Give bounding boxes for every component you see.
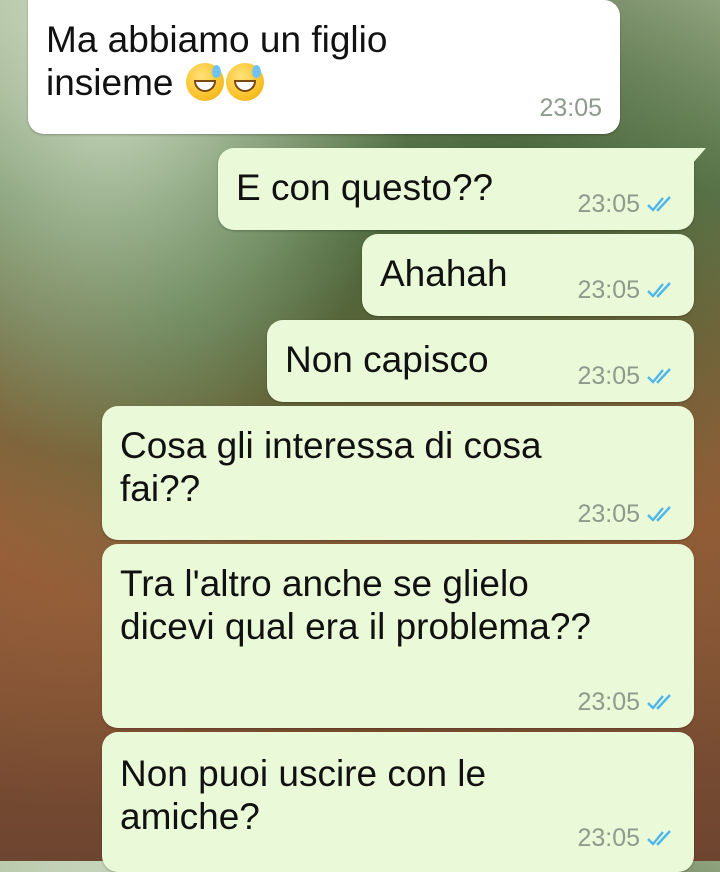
read-ticks-icon xyxy=(647,830,671,846)
grinning-sweat-emoji xyxy=(185,63,224,101)
message-text-line: Non puoi uscire con le xyxy=(120,753,487,794)
message-bubble-outgoing[interactable]: Non puoi uscire con le amiche? 23:05 xyxy=(102,732,694,872)
read-ticks-icon xyxy=(647,196,671,212)
message-bubble-outgoing[interactable]: Tra l'altro anche se glielo dicevi qual … xyxy=(102,544,694,728)
chat-screen: { "messages": [ { "direction": "incoming… xyxy=(0,0,720,872)
message-text-line: dicevi qual era il problema?? xyxy=(120,606,591,647)
message-timestamp: 23:05 xyxy=(577,688,640,716)
grinning-sweat-emoji xyxy=(225,63,264,101)
message-bubble-outgoing[interactable]: Cosa gli interessa di cosa fai?? 23:05 xyxy=(102,406,694,540)
read-ticks-icon xyxy=(647,506,671,522)
message-text-line-content: insieme xyxy=(46,62,174,103)
message-text: Ma abbiamo un figlio insieme xyxy=(46,18,602,104)
message-meta: 23:05 xyxy=(577,276,676,304)
message-meta: 23:05 xyxy=(539,94,602,122)
message-timestamp: 23:05 xyxy=(577,824,640,852)
message-bubble-incoming[interactable]: Ma abbiamo un figlio insieme 23:05 xyxy=(28,0,620,134)
read-ticks-icon xyxy=(647,694,671,710)
read-ticks-icon xyxy=(647,282,671,298)
message-text-line: Tra l'altro anche se glielo xyxy=(120,563,529,604)
message-meta: 23:05 xyxy=(577,190,676,218)
message-meta: 23:05 xyxy=(577,500,676,528)
message-text-line: Ma abbiamo un figlio xyxy=(46,19,388,60)
message-text: Cosa gli interessa di cosa fai?? xyxy=(120,424,676,510)
message-bubble-outgoing[interactable]: Non capisco 23:05 xyxy=(267,320,694,402)
message-text-line: Cosa gli interessa di cosa xyxy=(120,425,542,466)
message-timestamp: 23:05 xyxy=(577,362,640,390)
message-text-line: insieme xyxy=(46,61,602,104)
message-timestamp: 23:05 xyxy=(577,276,640,304)
message-meta: 23:05 xyxy=(577,824,676,852)
read-ticks-icon xyxy=(647,368,671,384)
message-bubble-outgoing[interactable]: Ahahah 23:05 xyxy=(362,234,694,316)
message-bubble-outgoing[interactable]: E con questo?? 23:05 xyxy=(218,148,706,230)
message-timestamp: 23:05 xyxy=(577,190,640,218)
message-timestamp: 23:05 xyxy=(577,500,640,528)
bubble-tail xyxy=(692,148,706,164)
message-text: Tra l'altro anche se glielo dicevi qual … xyxy=(120,562,676,648)
message-meta: 23:05 xyxy=(577,688,676,716)
message-timestamp: 23:05 xyxy=(539,94,602,122)
message-meta: 23:05 xyxy=(577,362,676,390)
